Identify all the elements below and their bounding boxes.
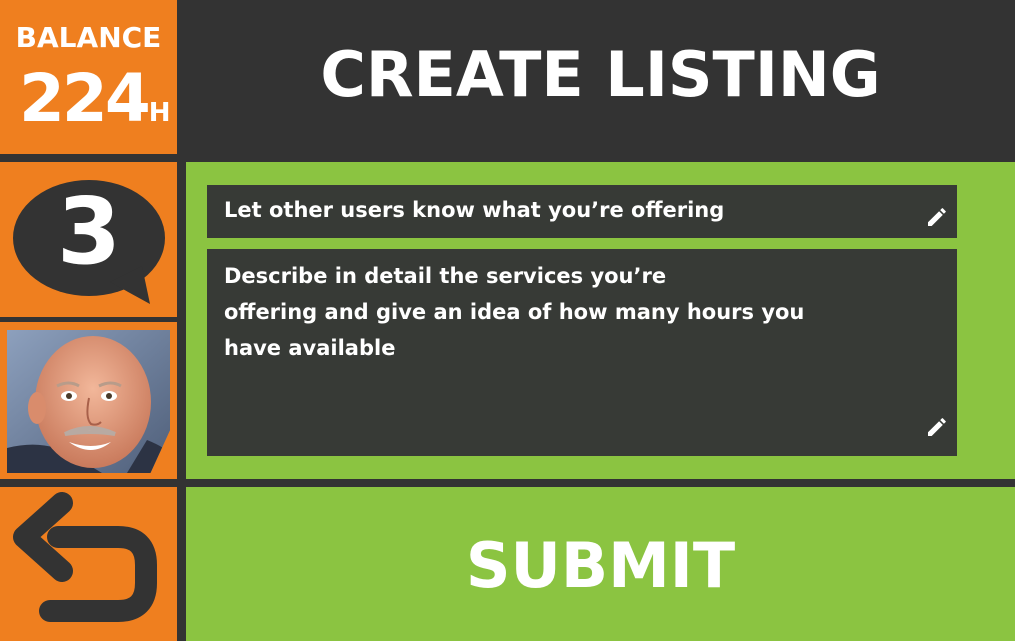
submit-button[interactable]: SUBMIT <box>186 487 1015 641</box>
listing-description-field[interactable]: Describe in detail the services you’re o… <box>207 249 957 456</box>
listing-description-text: Describe in detail the services you’re o… <box>224 258 844 366</box>
notifications-button[interactable]: 3 <box>0 162 177 317</box>
create-listing-screen: BALANCE 224H 3 CREATE LISTING Let other … <box>0 0 1015 641</box>
profile-button[interactable] <box>0 322 177 479</box>
back-button[interactable] <box>0 487 177 641</box>
description-line: Describe in detail the services you’re <box>224 264 667 288</box>
listing-form: Let other users know what you’re offerin… <box>186 162 1015 479</box>
avatar <box>7 330 170 473</box>
user-avatar-icon <box>7 330 170 473</box>
submit-label: SUBMIT <box>465 529 736 602</box>
page-title: CREATE LISTING <box>320 38 881 111</box>
back-arrow-icon <box>13 492 157 622</box>
balance-value: 224 <box>19 60 151 137</box>
balance-value-row: 224H <box>19 64 171 134</box>
listing-title-field[interactable]: Let other users know what you’re offerin… <box>207 185 957 238</box>
pencil-icon[interactable] <box>925 415 949 439</box>
balance-tile: BALANCE 224H <box>0 0 177 154</box>
header: CREATE LISTING <box>186 0 1015 154</box>
balance-label: BALANCE <box>15 21 162 54</box>
description-line: have available <box>224 336 396 360</box>
description-line: offering and give an idea of how many ho… <box>224 300 805 324</box>
listing-title-text: Let other users know what you’re offerin… <box>224 198 725 222</box>
notification-count: 3 <box>56 178 121 285</box>
balance-unit: H <box>148 98 171 128</box>
pencil-icon[interactable] <box>925 205 949 229</box>
